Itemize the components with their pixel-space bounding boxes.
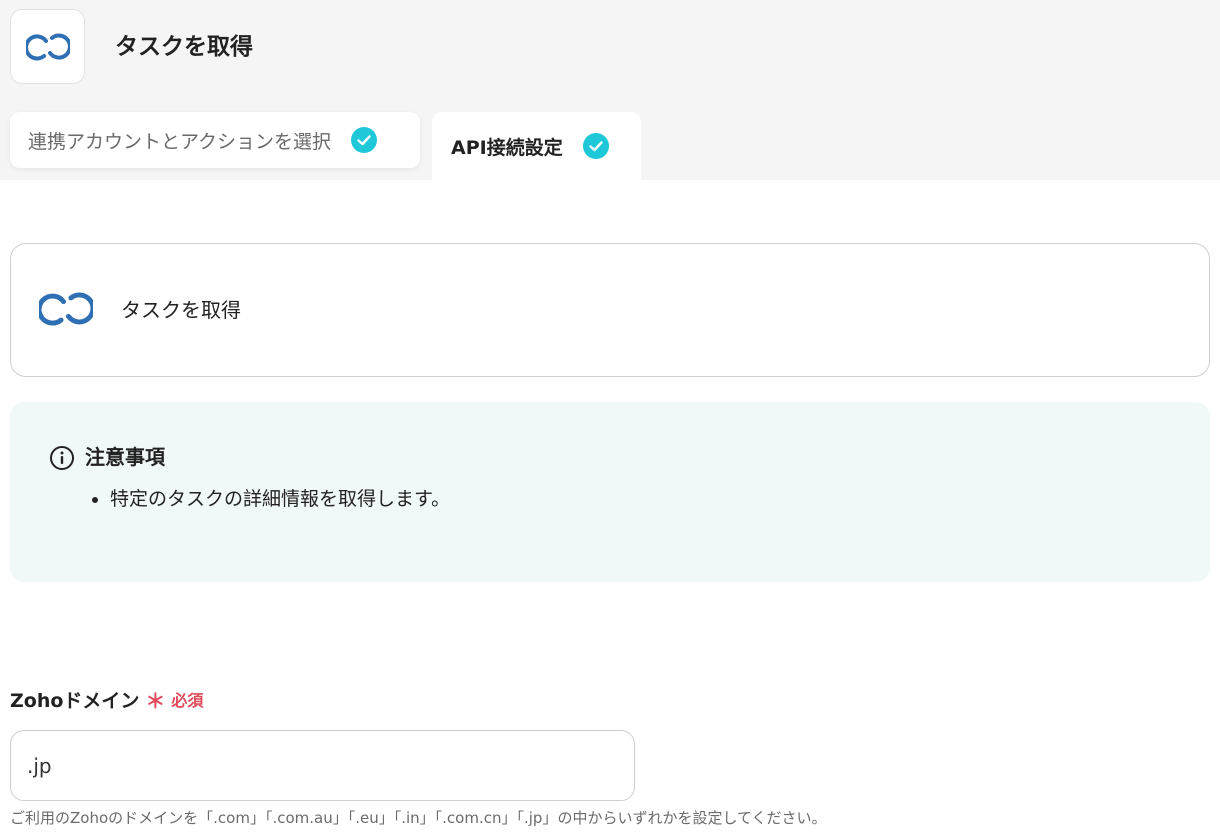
info-icon <box>49 445 75 475</box>
zoho-domain-input[interactable] <box>10 730 635 801</box>
zoho-domain-label: Zohoドメイン ＊ 必須 <box>10 686 203 716</box>
zoho-link-icon <box>36 290 96 332</box>
zoho-link-icon <box>25 33 70 60</box>
notice-item: 特定のタスクの詳細情報を取得します。 <box>110 484 450 514</box>
tab-api-settings[interactable]: API接続設定 <box>432 112 641 180</box>
action-title: タスクを取得 <box>121 298 241 322</box>
check-circle-icon <box>582 133 609 159</box>
required-asterisk: ＊ <box>145 689 166 713</box>
app-icon <box>10 9 85 84</box>
field-label-text: Zohoドメイン <box>10 690 140 712</box>
notice-list: 特定のタスクの詳細情報を取得します。 <box>81 484 450 514</box>
tab-label: 連携アカウントとアクションを選択 <box>28 130 332 153</box>
action-card: タスクを取得 <box>10 243 1210 377</box>
notice-title: 注意事項 <box>85 445 165 469</box>
tab-account-action[interactable]: 連携アカウントとアクションを選択 <box>10 112 420 168</box>
tab-label: API接続設定 <box>451 136 563 159</box>
page-title: タスクを取得 <box>115 34 253 60</box>
notice-box: 注意事項 特定のタスクの詳細情報を取得します。 <box>10 402 1210 582</box>
zoho-domain-help: ご利用のZohoのドメインを「.com」「.com.au」「.eu」「.in」「… <box>10 809 827 827</box>
check-circle-icon <box>351 127 378 153</box>
required-badge: 必須 <box>171 691 204 710</box>
